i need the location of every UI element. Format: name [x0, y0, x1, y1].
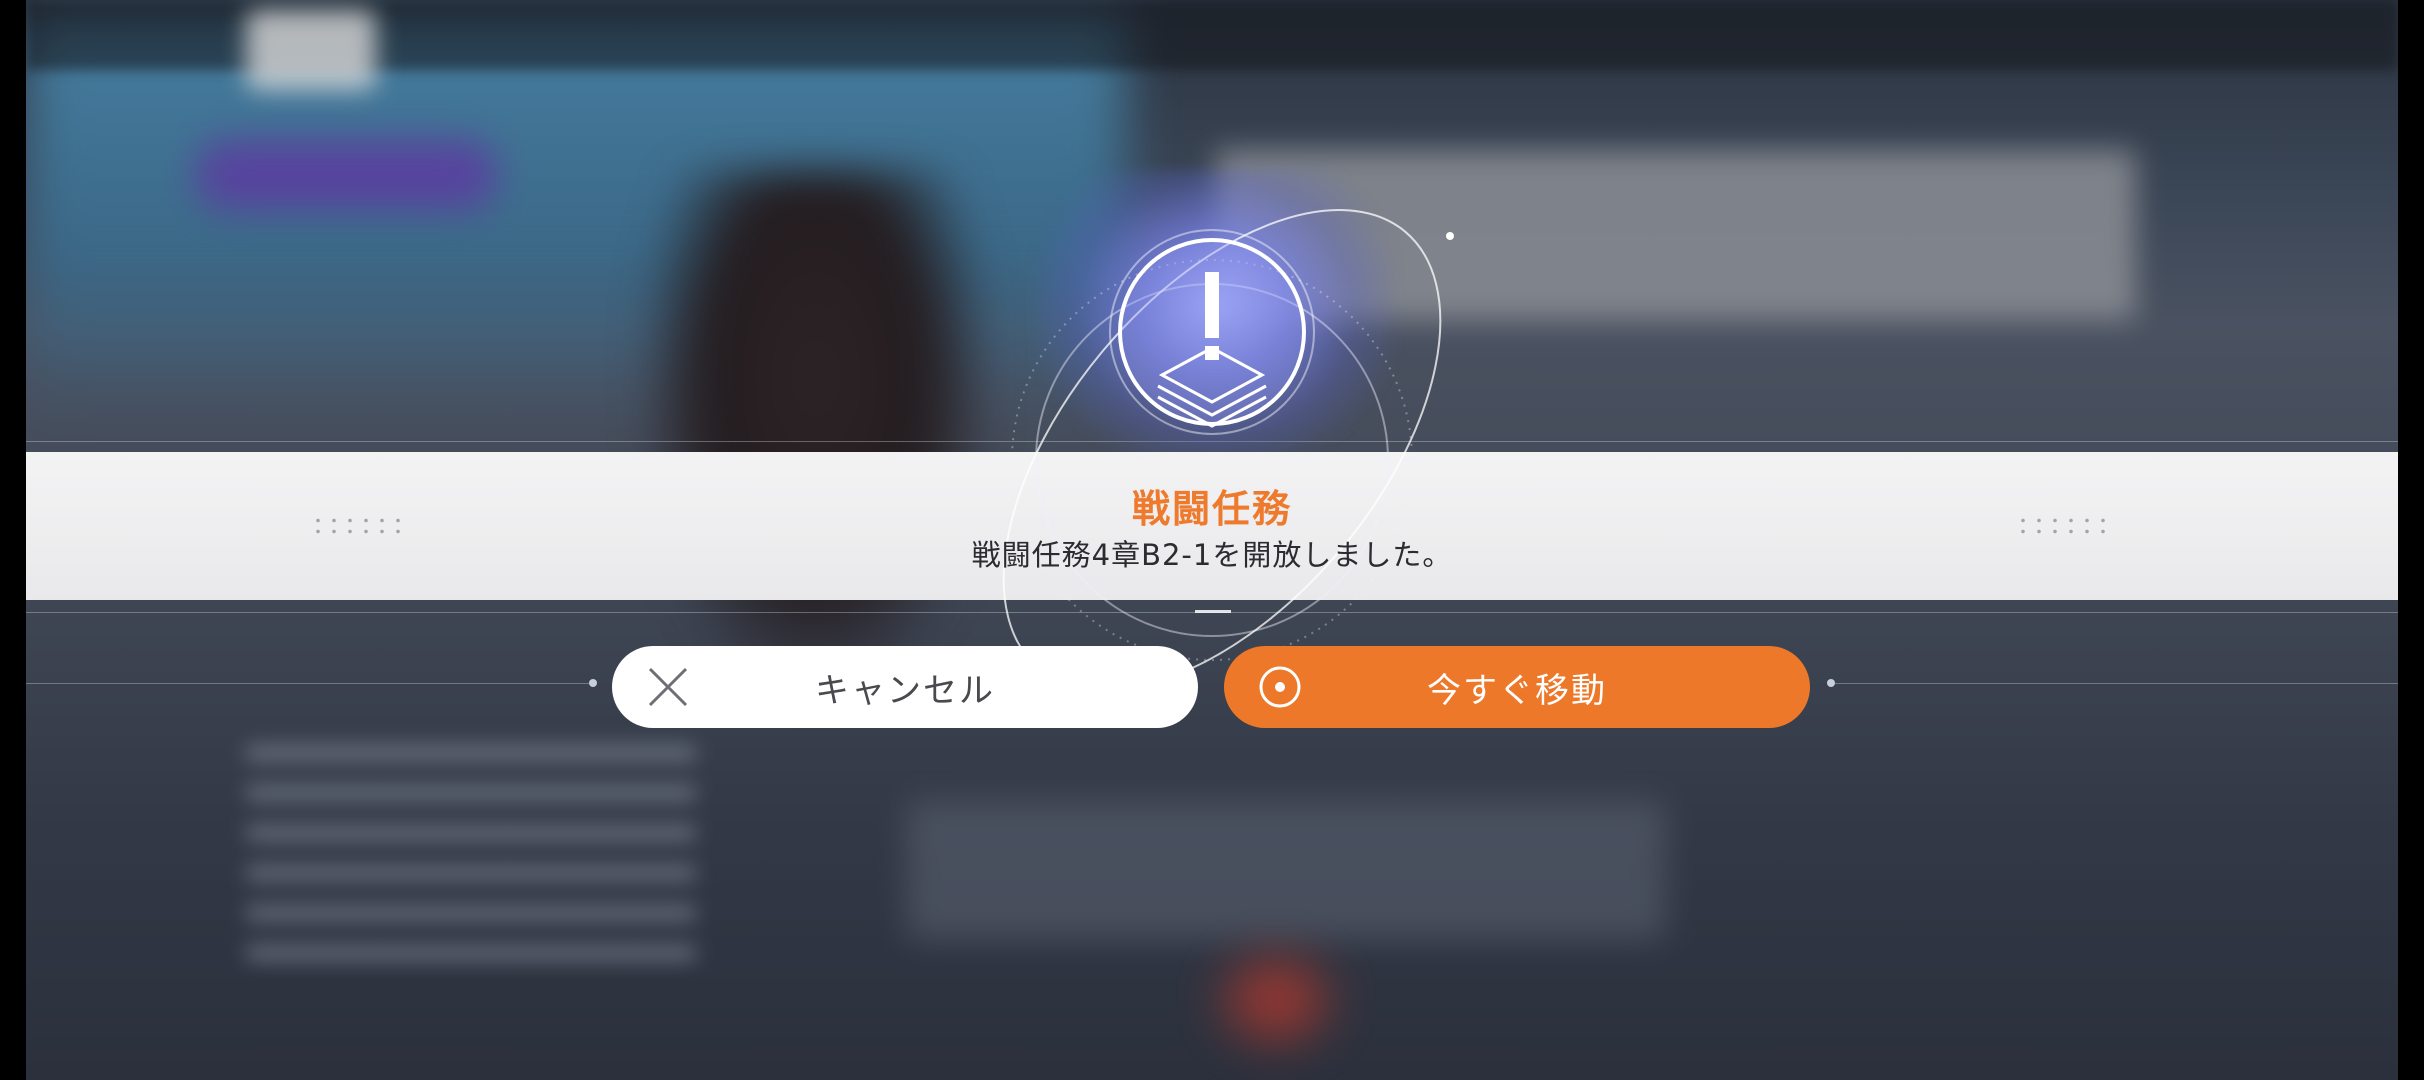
cancel-button-label: キャンセル [815, 670, 995, 711]
game-screen: 戦闘任務 戦闘任務4章B2-1を開放しました。 キャンセル 今すぐ移動 [0, 0, 2424, 1080]
dialog-message: 戦闘任務4章B2-1を開放しました。 [971, 538, 1453, 572]
target-circle-icon [1259, 666, 1301, 708]
bg-purple-badge [196, 140, 496, 210]
bg-list [246, 720, 696, 1040]
bg-red-glow [1226, 960, 1326, 1040]
go-now-button[interactable]: 今すぐ移動 [1224, 646, 1810, 728]
bg-top-bar [26, 0, 2398, 70]
right-connector-line [1832, 683, 2398, 684]
dialog-title: 戦闘任務 [1131, 487, 1292, 531]
close-x-icon [648, 667, 688, 707]
right-connector-dot [1827, 679, 1835, 687]
left-connector-line [26, 683, 592, 684]
bg-logo [246, 10, 376, 90]
warning-layers-icon [1002, 209, 1454, 670]
go-now-button-label: 今すぐ移動 [1427, 670, 1607, 711]
left-connector-dot [589, 679, 597, 687]
bg-card [906, 800, 1666, 940]
cancel-button[interactable]: キャンセル [612, 646, 1198, 728]
